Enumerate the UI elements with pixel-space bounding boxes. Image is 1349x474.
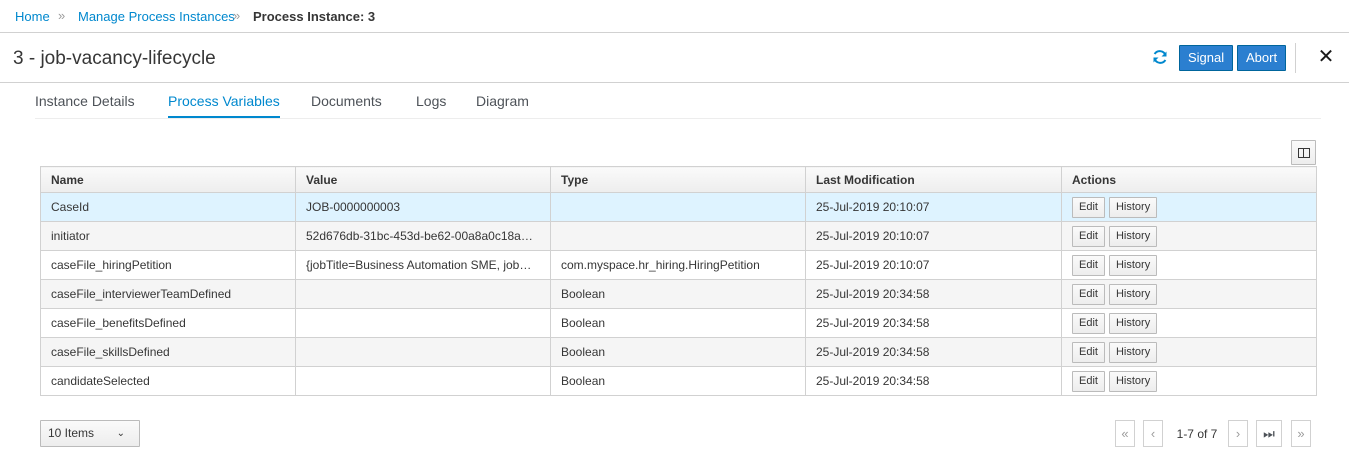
cell-actions: Edit History	[1061, 250, 1317, 280]
column-header-type[interactable]: Type	[550, 166, 806, 193]
close-icon[interactable]: ✕	[1316, 45, 1336, 69]
column-header-value[interactable]: Value	[295, 166, 551, 193]
cell-modified: 25-Jul-2019 20:10:07	[805, 192, 1062, 222]
column-picker-button[interactable]	[1291, 140, 1316, 165]
edit-button[interactable]: Edit	[1072, 196, 1105, 218]
last-page-icon[interactable]: ⏭	[1256, 420, 1282, 447]
cell-type	[550, 192, 806, 222]
edit-button[interactable]: Edit	[1072, 341, 1105, 363]
page-header: 3 - job-vacancy-lifecycle Signal Abort ✕	[0, 33, 1349, 83]
cell-modified: 25-Jul-2019 20:34:58	[805, 279, 1062, 309]
cell-name: CaseId	[40, 192, 296, 222]
cell-actions: Edit History	[1061, 366, 1317, 396]
cell-name: caseFile_hiringPetition	[40, 250, 296, 280]
tab-bar: Instance Details Process Variables Docum…	[35, 83, 1321, 119]
cell-value	[295, 337, 551, 367]
tab-logs[interactable]: Logs	[416, 92, 446, 116]
cell-name: caseFile_benefitsDefined	[40, 308, 296, 338]
history-button[interactable]: History	[1108, 312, 1158, 334]
cell-actions: Edit History	[1061, 337, 1317, 367]
edit-button[interactable]: Edit	[1072, 312, 1105, 334]
previous-page-icon[interactable]: ‹	[1143, 420, 1163, 447]
table-row[interactable]: candidateSelected Boolean 25-Jul-2019 20…	[40, 366, 1317, 396]
cell-value	[295, 308, 551, 338]
tab-diagram[interactable]: Diagram	[476, 92, 529, 116]
breadcrumb-home-link[interactable]: Home	[15, 9, 50, 25]
history-button[interactable]: History	[1108, 196, 1158, 218]
cell-value: {jobTitle=Business Automation SME, job…	[295, 250, 551, 280]
table-header-row: Name Value Type Last Modification Action…	[40, 166, 1317, 193]
edit-button[interactable]: Edit	[1072, 225, 1105, 247]
cell-type	[550, 221, 806, 251]
tab-instance-details[interactable]: Instance Details	[35, 92, 135, 116]
cell-name: initiator	[40, 221, 296, 251]
cell-type: Boolean	[550, 366, 806, 396]
table-row[interactable]: caseFile_benefitsDefined Boolean 25-Jul-…	[40, 308, 1317, 338]
edit-button[interactable]: Edit	[1072, 283, 1105, 305]
column-header-actions: Actions	[1061, 166, 1317, 193]
next-page-icon[interactable]: ›	[1228, 420, 1248, 447]
edit-button[interactable]: Edit	[1072, 370, 1105, 392]
breadcrumb-separator: »	[58, 8, 66, 23]
cell-modified: 25-Jul-2019 20:34:58	[805, 366, 1062, 396]
cell-actions: Edit History	[1061, 192, 1317, 222]
breadcrumb-current: Process Instance: 3	[253, 9, 376, 24]
column-header-name[interactable]: Name	[40, 166, 296, 193]
history-button[interactable]: History	[1108, 225, 1158, 247]
history-button[interactable]: History	[1108, 341, 1158, 363]
column-header-last-modification[interactable]: Last Modification	[805, 166, 1062, 193]
table-row[interactable]: caseFile_skillsDefined Boolean 25-Jul-20…	[40, 337, 1317, 367]
cell-actions: Edit History	[1061, 279, 1317, 309]
table-row[interactable]: caseFile_interviewerTeamDefined Boolean …	[40, 279, 1317, 309]
cell-name: candidateSelected	[40, 366, 296, 396]
jump-forward-icon[interactable]: »	[1291, 420, 1311, 447]
page-size-value: 10 Items	[48, 426, 95, 440]
cell-modified: 25-Jul-2019 20:34:58	[805, 337, 1062, 367]
cell-type: Boolean	[550, 308, 806, 338]
chevron-down-icon: ⌄	[116, 428, 125, 439]
columns-icon	[1298, 148, 1310, 158]
tab-process-variables[interactable]: Process Variables	[168, 92, 280, 118]
cell-value	[295, 279, 551, 309]
tab-documents[interactable]: Documents	[311, 92, 382, 116]
cell-name: caseFile_skillsDefined	[40, 337, 296, 367]
cell-modified: 25-Jul-2019 20:10:07	[805, 221, 1062, 251]
breadcrumb-manage-link[interactable]: Manage Process Instances	[78, 9, 235, 25]
cell-value: JOB-0000000003	[295, 192, 551, 222]
breadcrumb-separator: »	[233, 8, 241, 23]
history-button[interactable]: History	[1108, 254, 1158, 276]
page-title: 3 - job-vacancy-lifecycle	[13, 48, 216, 69]
table-row[interactable]: caseFile_hiringPetition {jobTitle=Busine…	[40, 250, 1317, 280]
cell-actions: Edit History	[1061, 221, 1317, 251]
table-row[interactable]: CaseId JOB-0000000003 25-Jul-2019 20:10:…	[40, 192, 1317, 222]
edit-button[interactable]: Edit	[1072, 254, 1105, 276]
cell-name: caseFile_interviewerTeamDefined	[40, 279, 296, 309]
breadcrumb: Home » Manage Process Instances » Proces…	[0, 0, 1349, 33]
first-page-icon[interactable]: «	[1115, 420, 1135, 447]
signal-button[interactable]: Signal	[1179, 45, 1234, 71]
process-variables-table: Name Value Type Last Modification Action…	[40, 166, 1317, 396]
cell-modified: 25-Jul-2019 20:10:07	[805, 250, 1062, 280]
cell-type: com.myspace.hr_hiring.HiringPetition	[550, 250, 806, 280]
cell-modified: 25-Jul-2019 20:34:58	[805, 308, 1062, 338]
cell-type: Boolean	[550, 279, 806, 309]
table-row[interactable]: initiator 52d676db-31bc-453d-be62-00a8a0…	[40, 221, 1317, 251]
history-button[interactable]: History	[1108, 283, 1158, 305]
cell-value: 52d676db-31bc-453d-be62-00a8a0c18a…	[295, 221, 551, 251]
abort-button[interactable]: Abort	[1237, 45, 1287, 71]
pagination-range: 1-7 of 7	[1176, 427, 1218, 441]
header-divider	[1295, 43, 1296, 73]
page-size-select[interactable]: 10 Items ⌄	[40, 420, 140, 447]
cell-actions: Edit History	[1061, 308, 1317, 338]
history-button[interactable]: History	[1108, 370, 1158, 392]
refresh-icon[interactable]	[1151, 48, 1169, 66]
cell-value	[295, 366, 551, 396]
cell-type: Boolean	[550, 337, 806, 367]
